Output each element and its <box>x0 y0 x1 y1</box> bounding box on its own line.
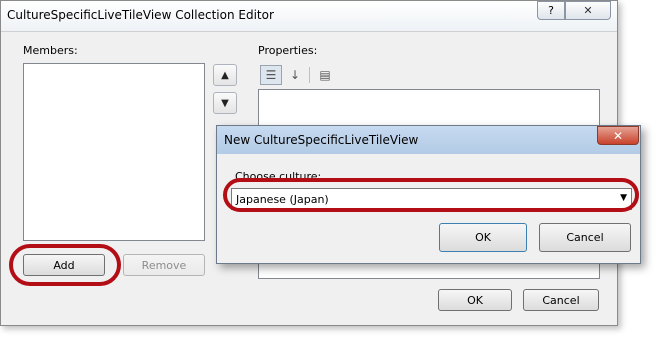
arrow-down-icon: ▼ <box>221 97 229 109</box>
close-icon: ✕ <box>612 128 624 143</box>
property-pages-button[interactable]: ▤ <box>314 65 336 85</box>
editor-ok-button[interactable]: OK <box>438 289 512 311</box>
dialog-close-button[interactable]: ✕ <box>597 126 639 145</box>
categorized-icon: ☰ <box>265 68 277 82</box>
editor-titlebar: CultureSpecificLiveTileView Collection E… <box>1 1 617 32</box>
sort-alphabetical-icon: ↓ <box>289 68 301 82</box>
choose-culture-label: Choose culture: <box>235 170 322 183</box>
members-list[interactable] <box>23 63 205 241</box>
dialog-title: New CultureSpecificLiveTileView <box>224 133 419 147</box>
help-button[interactable]: ? <box>537 1 565 20</box>
dialog-titlebar: New CultureSpecificLiveTileView <box>217 126 640 154</box>
toolbar-divider <box>309 67 310 83</box>
properties-label: Properties: <box>258 44 318 57</box>
help-icon: ? <box>548 4 554 17</box>
move-down-button[interactable]: ▼ <box>213 92 237 114</box>
remove-button[interactable]: Remove <box>123 254 205 276</box>
move-up-button[interactable]: ▲ <box>213 64 237 86</box>
chevron-down-icon: ▼ <box>620 193 627 203</box>
add-button[interactable]: Add <box>23 254 105 276</box>
arrow-up-icon: ▲ <box>221 69 229 81</box>
members-label: Members: <box>23 44 78 57</box>
culture-select-value: Japanese (Japan) <box>236 193 329 206</box>
property-pages-icon: ▤ <box>319 68 331 82</box>
culture-select[interactable]: Japanese (Japan) ▼ <box>231 188 632 210</box>
categorized-button[interactable]: ☰ <box>260 65 282 85</box>
close-icon: ✕ <box>583 4 593 17</box>
alphabetical-button[interactable]: ↓ <box>284 65 306 85</box>
editor-cancel-button[interactable]: Cancel <box>523 289 599 311</box>
editor-close-button[interactable]: ✕ <box>565 1 611 20</box>
editor-title: CultureSpecificLiveTileView Collection E… <box>7 8 274 22</box>
new-culture-dialog: New CultureSpecificLiveTileView ✕ Choose… <box>216 125 641 264</box>
dialog-ok-button[interactable]: OK <box>439 223 527 252</box>
dialog-cancel-button[interactable]: Cancel <box>539 223 631 252</box>
